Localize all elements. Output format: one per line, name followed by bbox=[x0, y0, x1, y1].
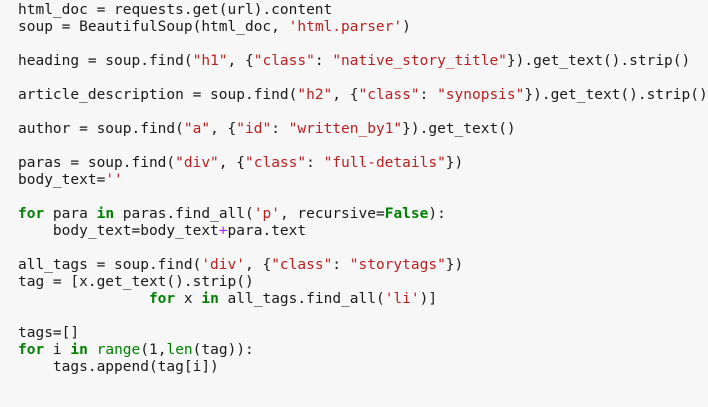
code-text: para.text bbox=[227, 223, 307, 239]
code-line: html_doc = requests.get(url).content bbox=[18, 2, 708, 19]
code-text: }) bbox=[445, 257, 464, 273]
code-line: ​ bbox=[18, 308, 708, 325]
code-line: body_text='' bbox=[18, 172, 708, 189]
code-keyword: in bbox=[201, 291, 219, 307]
code-text: body_text= bbox=[18, 172, 106, 188]
code-string: 'html.parser' bbox=[288, 19, 403, 35]
code-builtin: range bbox=[96, 342, 141, 358]
code-string: "class" bbox=[245, 155, 307, 171]
code-text: all_tags.find_all( bbox=[218, 291, 385, 307]
code-string: "synopsis" bbox=[437, 87, 525, 103]
code-keyword: for bbox=[18, 206, 45, 222]
code-text: ): bbox=[428, 206, 446, 222]
code-text: paras.find_all( bbox=[114, 206, 254, 222]
code-text: )] bbox=[419, 291, 438, 307]
code-text: x bbox=[175, 291, 202, 307]
code-text: }).get_text().strip() bbox=[524, 87, 708, 103]
code-text: all_tags = soup.find( bbox=[18, 257, 202, 273]
code-line: ​ bbox=[18, 138, 708, 155]
code-string: "h1" bbox=[192, 53, 228, 69]
code-builtin: len bbox=[166, 342, 193, 358]
code-line: ​ bbox=[18, 189, 708, 206]
code-keyword: in bbox=[96, 206, 115, 222]
code-string: 'p' bbox=[253, 206, 280, 222]
code-string: "a" bbox=[183, 121, 211, 137]
code-operator: + bbox=[218, 223, 228, 239]
code-line: author = soup.find("a", {"id": "written_… bbox=[18, 121, 708, 138]
code-line: ​ bbox=[18, 104, 708, 121]
code-string: 'div' bbox=[201, 257, 245, 273]
code-text: : bbox=[306, 155, 324, 171]
code-text: tags=[] bbox=[18, 325, 80, 341]
code-line: all_tags = soup.find('div', {"class": "s… bbox=[18, 257, 708, 274]
code-string: "written_by1" bbox=[288, 121, 403, 137]
code-string: "div" bbox=[175, 155, 219, 171]
code-string: "h2" bbox=[297, 87, 333, 103]
code-editor-panel[interactable]: html_doc = requests.get(url).content soup… bbox=[0, 0, 708, 407]
code-text: }) bbox=[445, 155, 464, 171]
code-text: }).get_text().strip() bbox=[506, 53, 691, 69]
code-keyword: in bbox=[70, 342, 88, 358]
code-text: , { bbox=[332, 87, 359, 103]
code-text: author = soup.find( bbox=[18, 121, 184, 137]
code-text: para bbox=[44, 206, 97, 222]
code-text: article_description = soup.find( bbox=[18, 87, 298, 103]
code-line: for para in paras.find_all('p', recursiv… bbox=[18, 206, 708, 223]
code-line: paras = soup.find("div", {"class": "full… bbox=[18, 155, 708, 172]
code-text: ) bbox=[402, 19, 411, 35]
code-text: body_text=body_text bbox=[18, 223, 219, 239]
code-line: heading = soup.find("h1", {"class": "nat… bbox=[18, 53, 708, 70]
code-keyword: False bbox=[384, 206, 429, 222]
code-text: , { bbox=[244, 257, 272, 273]
code-text: html_doc = requests.get(url).content bbox=[18, 2, 333, 18]
code-text: soup = BeautifulSoup(html_doc, bbox=[18, 19, 289, 35]
code-line: for i in range(1,len(tag)): bbox=[18, 342, 708, 359]
code-string: "class" bbox=[253, 53, 315, 69]
code-text: }).get_text() bbox=[402, 121, 516, 137]
code-string: '' bbox=[105, 172, 123, 188]
code-text: paras = soup.find( bbox=[18, 155, 176, 171]
code-line: ​ bbox=[18, 70, 708, 87]
code-line: tags.append(tag[i]) bbox=[18, 359, 708, 376]
code-text: : bbox=[314, 53, 333, 69]
code-line: for x in all_tags.find_all('li')] bbox=[18, 291, 708, 308]
code-text: , recursive= bbox=[279, 206, 385, 222]
code-keyword: for bbox=[148, 291, 176, 307]
code-text: (1, bbox=[140, 342, 167, 358]
code-text: : bbox=[419, 87, 438, 103]
code-string: 'li' bbox=[384, 291, 420, 307]
code-line: tags=[] bbox=[18, 325, 708, 342]
code-text: heading = soup.find( bbox=[18, 53, 193, 69]
code-string: "id" bbox=[236, 121, 272, 137]
code-string: "full-details" bbox=[323, 155, 446, 171]
code-text: i bbox=[44, 342, 71, 358]
code-text: tag = [x.get_text().strip() bbox=[18, 274, 254, 290]
code-string: "native_story_title" bbox=[332, 53, 507, 69]
code-line: body_text=body_text+para.text bbox=[18, 223, 708, 240]
code-string: "class" bbox=[271, 257, 333, 273]
code-string: "storytags" bbox=[349, 257, 446, 273]
code-text: (tag)): bbox=[192, 342, 254, 358]
code-text: tags.append(tag[i]) bbox=[18, 359, 219, 375]
code-text: : bbox=[332, 257, 350, 273]
code-string: "class" bbox=[358, 87, 420, 103]
code-line: article_description = soup.find("h2", {"… bbox=[18, 87, 708, 104]
code-line: soup = BeautifulSoup(html_doc, 'html.par… bbox=[18, 19, 708, 36]
code-keyword: for bbox=[18, 342, 45, 358]
code-text: : bbox=[271, 121, 289, 137]
code-text: , { bbox=[210, 121, 237, 137]
code-line: ​ bbox=[18, 240, 708, 257]
code-line: tag = [x.get_text().strip() bbox=[18, 274, 708, 291]
code-line: ​ bbox=[18, 36, 708, 53]
code-text: , { bbox=[218, 155, 245, 171]
code-text: , { bbox=[227, 53, 254, 69]
